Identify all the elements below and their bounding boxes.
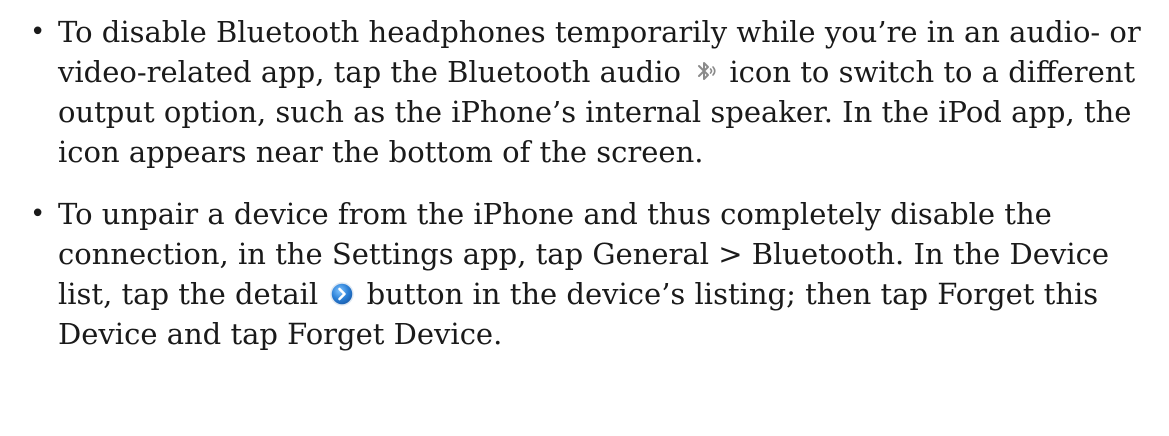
document-page: • To disable Bluetooth headphones tempor… (0, 0, 1169, 436)
bluetooth-audio-icon (692, 59, 718, 85)
bullet-list: • To disable Bluetooth headphones tempor… (30, 12, 1169, 354)
list-item: • To unpair a device from the iPhone and… (30, 194, 1163, 354)
bullet-marker: • (30, 17, 46, 47)
detail-disclosure-icon (329, 281, 355, 307)
bullet-marker: • (30, 199, 46, 229)
list-item: • To disable Bluetooth headphones tempor… (30, 12, 1163, 172)
